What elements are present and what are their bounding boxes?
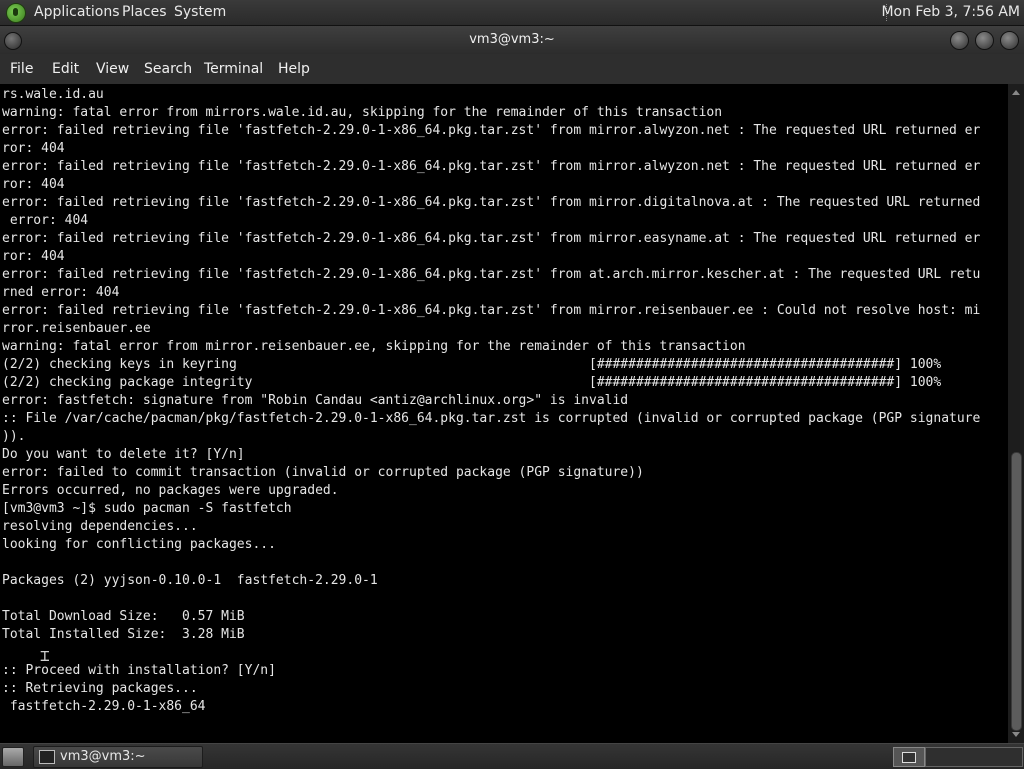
system-menu[interactable]: System — [174, 4, 226, 20]
terminal-line: Packages (2) yyjson-0.10.0-1 fastfetch-2… — [2, 573, 378, 588]
terminal-line: :: Proceed with installation? [Y/n] — [2, 663, 276, 678]
minimize-icon[interactable] — [950, 31, 969, 50]
terminal-menubar: File Edit View Search Terminal Help — [0, 54, 1024, 84]
terminal-line: ror: 404 — [2, 249, 65, 264]
applications-menu[interactable]: Applications — [34, 4, 120, 20]
menu-view[interactable]: View — [96, 61, 129, 77]
workspace-switcher-icon[interactable] — [893, 747, 925, 767]
terminal-line: error: fastfetch: signature from "Robin … — [2, 393, 629, 408]
terminal-line: rror.reisenbauer.ee — [2, 321, 151, 336]
clock[interactable]: Mon Feb 3, 7:56 AM — [881, 4, 1020, 20]
scroll-up-icon[interactable] — [1012, 90, 1020, 95]
terminal-line: Errors occurred, no packages were upgrad… — [2, 483, 339, 498]
terminal-line: Do you want to delete it? [Y/n] — [2, 447, 245, 462]
terminal-line: error: failed retrieving file 'fastfetch… — [2, 231, 981, 246]
window-title: vm3@vm3:~ — [469, 32, 555, 47]
terminal-line: (2/2) checking keys in keyring [########… — [2, 357, 942, 372]
window-titlebar[interactable]: vm3@vm3:~ — [0, 26, 1024, 54]
places-menu[interactable]: Places — [122, 4, 167, 20]
show-desktop-icon[interactable] — [2, 747, 24, 767]
terminal-line: )). — [2, 429, 26, 444]
terminal-line: error: failed retrieving file 'fastfetch… — [2, 195, 981, 210]
scroll-down-icon[interactable] — [1012, 732, 1020, 737]
terminal-line: :: File /var/cache/pacman/pkg/fastfetch-… — [2, 411, 981, 426]
terminal-line: ror: 404 — [2, 141, 65, 156]
terminal-lines: rs.wale.id.au warning: fatal error from m… — [0, 84, 1008, 716]
terminal-line: [vm3@vm3 ~]$ sudo pacman -S fastfetch — [2, 501, 292, 516]
terminal-line: looking for conflicting packages... — [2, 537, 276, 552]
maximize-icon[interactable] — [975, 31, 994, 50]
terminal-line: Total Installed Size: 3.28 MiB — [2, 627, 245, 642]
terminal-line: resolving dependencies... — [2, 519, 198, 534]
terminal-line: Total Download Size: 0.57 MiB — [2, 609, 245, 624]
terminal-output[interactable]: rs.wale.id.au warning: fatal error from m… — [0, 84, 1008, 743]
bottom-panel: vm3@vm3:~ — [0, 743, 1024, 769]
terminal-scrollbar[interactable] — [1008, 84, 1024, 743]
terminal-line: error: failed to commit transaction (inv… — [2, 465, 644, 480]
terminal-line: warning: fatal error from mirror.reisenb… — [2, 339, 746, 354]
terminal-line: rs.wale.id.au — [2, 87, 104, 102]
top-panel: Applications Places System Mon Feb 3, 7:… — [0, 0, 1024, 26]
terminal-line: error: failed retrieving file 'fastfetch… — [2, 303, 981, 318]
taskbar-item-terminal[interactable]: vm3@vm3:~ — [33, 746, 203, 768]
menu-file[interactable]: File — [10, 61, 33, 77]
terminal-line: :: Retrieving packages... — [2, 681, 198, 696]
menu-search[interactable]: Search — [144, 61, 192, 77]
terminal-line: error: 404 — [2, 213, 89, 228]
terminal-line: fastfetch-2.29.0-1-x86_64 — [2, 699, 206, 714]
terminal-line: rned error: 404 — [2, 285, 120, 300]
workspace-area[interactable] — [925, 747, 1023, 767]
terminal-icon — [39, 750, 55, 764]
menu-help[interactable]: Help — [278, 61, 310, 77]
terminal-line: error: failed retrieving file 'fastfetch… — [2, 123, 981, 138]
terminal-line: error: failed retrieving file 'fastfetch… — [2, 267, 981, 282]
terminal-line: warning: fatal error from mirrors.wale.i… — [2, 105, 723, 120]
terminal-line: error: failed retrieving file 'fastfetch… — [2, 159, 981, 174]
menu-terminal[interactable]: Terminal — [204, 61, 263, 77]
terminal-line: (2/2) checking package integrity [######… — [2, 375, 942, 390]
ibeam-cursor-icon: ⌶ — [40, 646, 50, 665]
scrollbar-thumb[interactable] — [1011, 452, 1022, 731]
close-icon[interactable] — [1000, 31, 1019, 50]
terminal-line: ror: 404 — [2, 177, 65, 192]
gnome-foot-icon[interactable] — [6, 3, 26, 23]
workspace-window-icon — [902, 752, 916, 763]
taskbar-item-label: vm3@vm3:~ — [60, 749, 146, 764]
menu-edit[interactable]: Edit — [52, 61, 79, 77]
